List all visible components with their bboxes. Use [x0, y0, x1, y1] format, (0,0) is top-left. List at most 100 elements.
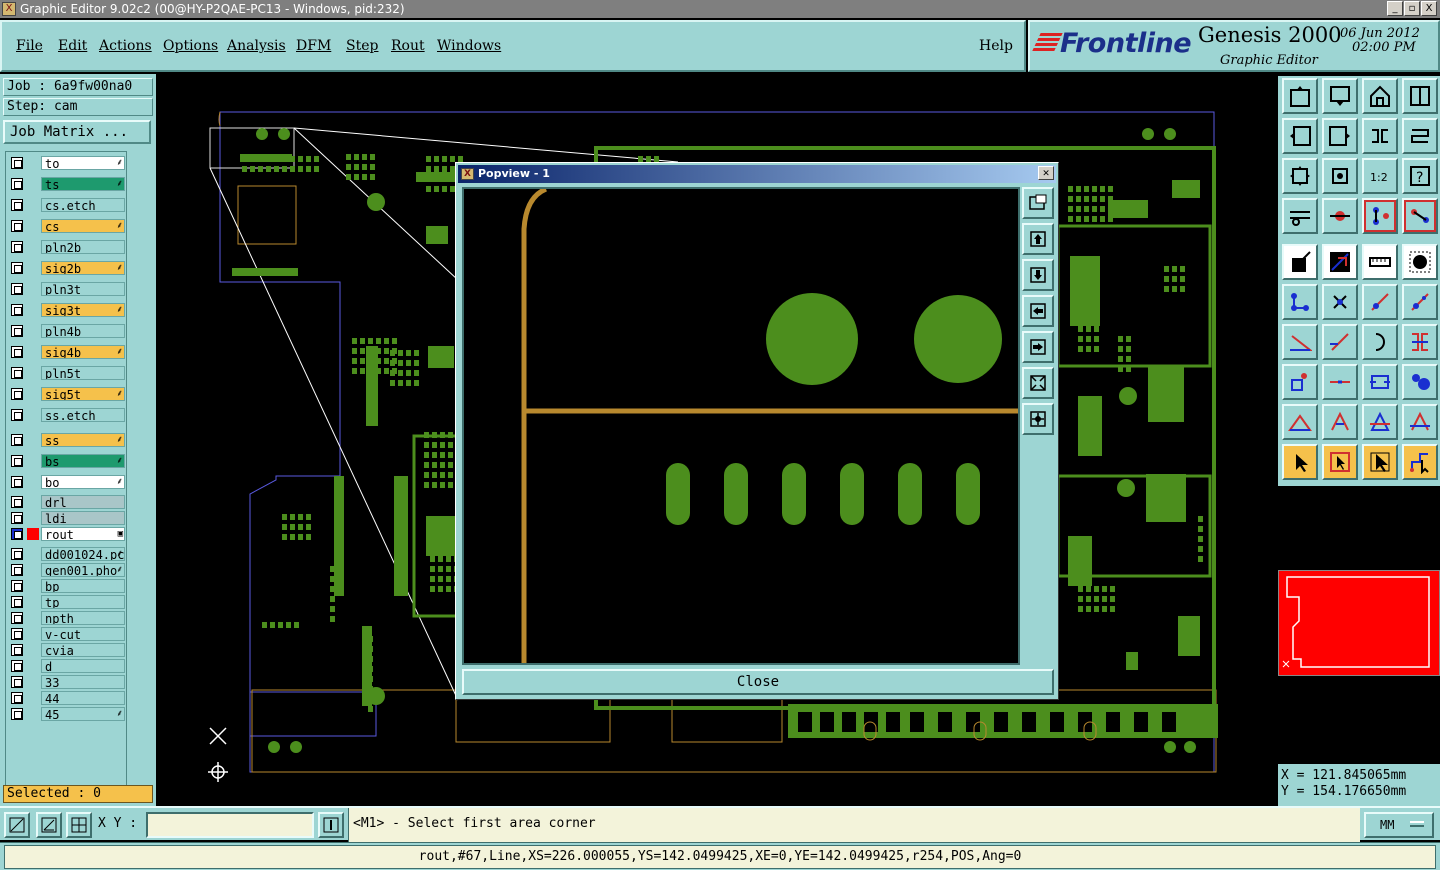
layer-row[interactable]: cs ⸙ — [9, 219, 125, 233]
layer-row[interactable]: tp — [9, 595, 125, 609]
layer-name[interactable]: 33 — [41, 675, 125, 689]
snap-button[interactable] — [1322, 198, 1358, 234]
xy-input[interactable] — [146, 812, 314, 838]
layer-row[interactable]: bo ⸙ — [9, 475, 125, 489]
layer-row[interactable]: ss ⸙ — [9, 433, 125, 447]
layer-row[interactable]: sig4b ⸙ — [9, 345, 125, 359]
layer-checkbox[interactable] — [11, 388, 23, 400]
zoom-center-button[interactable] — [1322, 158, 1358, 194]
layer-row[interactable]: v-cut — [9, 627, 125, 641]
menu-step[interactable]: Step — [346, 38, 378, 54]
layer-name[interactable]: d — [41, 659, 125, 673]
layer-row[interactable]: pln3t — [9, 282, 125, 296]
line-button[interactable] — [1322, 324, 1358, 360]
popview-close-x-button[interactable]: ✕ — [1038, 166, 1054, 180]
mirror-button[interactable] — [1402, 324, 1438, 360]
angle-button[interactable] — [1282, 324, 1318, 360]
layer-checkbox[interactable] — [11, 644, 23, 656]
layer-row[interactable]: 44 — [9, 691, 125, 705]
layer-name[interactable]: 45 — [41, 707, 125, 721]
layer-name[interactable]: ss.etch — [41, 408, 125, 422]
layer-checkbox[interactable] — [11, 178, 23, 190]
layer-row[interactable]: dd001024.pcb ⸙ — [9, 547, 125, 561]
menu-edit[interactable]: Edit — [58, 38, 87, 54]
layer-row[interactable]: ts ⸙ — [9, 177, 125, 191]
layer-name[interactable]: ldi — [41, 511, 125, 525]
maximize-button[interactable]: ▫ — [1404, 1, 1420, 16]
layer-row[interactable]: rout ▣ — [9, 527, 125, 541]
layer-name[interactable]: bp — [41, 579, 125, 593]
layer-checkbox[interactable] — [11, 528, 23, 540]
layer-name[interactable]: cvia — [41, 643, 125, 657]
layer-name[interactable]: sig5t — [41, 387, 125, 401]
move-button[interactable] — [1362, 284, 1398, 320]
layer-checkbox[interactable] — [11, 283, 23, 295]
layer-checkbox[interactable] — [11, 548, 23, 560]
layer-row[interactable]: sig5t ⸙ — [9, 387, 125, 401]
ruler-button[interactable] — [1362, 244, 1398, 280]
layer-row[interactable]: 45 ⸙ — [9, 707, 125, 721]
delete-button[interactable] — [1322, 284, 1358, 320]
layer-name[interactable]: tp — [41, 595, 125, 609]
pan-down-button[interactable] — [1322, 78, 1358, 114]
popview-center-button[interactable] — [1022, 403, 1054, 435]
layer-checkbox[interactable] — [11, 455, 23, 467]
home-button[interactable] — [1362, 78, 1398, 114]
layer-checkbox[interactable] — [11, 496, 23, 508]
layer-row[interactable]: gen001.pho ⸙ — [9, 563, 125, 577]
select-button[interactable] — [1362, 444, 1398, 480]
popview-canvas[interactable] — [462, 187, 1020, 665]
ratio-1-2-button[interactable]: 1:2 — [1362, 158, 1398, 194]
copy-button[interactable] — [1402, 284, 1438, 320]
popview-pan-down-button[interactable] — [1022, 259, 1054, 291]
layer-row[interactable]: d — [9, 659, 125, 673]
layer-name[interactable]: v-cut — [41, 627, 125, 641]
add-pad-button[interactable] — [1282, 364, 1318, 400]
layer-row[interactable]: drl — [9, 495, 125, 509]
layer-name[interactable]: bo — [41, 475, 125, 489]
popview-pan-right-button[interactable] — [1022, 331, 1054, 363]
layer-name[interactable]: cs — [41, 219, 125, 233]
surface-button[interactable] — [1402, 364, 1438, 400]
net-highlight-button[interactable] — [1362, 198, 1398, 234]
layer-row[interactable]: ss.etch — [9, 408, 125, 422]
contour-button[interactable] — [1402, 404, 1438, 440]
layer-checkbox[interactable] — [11, 692, 23, 704]
layer-checkbox[interactable] — [11, 220, 23, 232]
layer-checkbox[interactable] — [11, 612, 23, 624]
layer-row[interactable]: ldi — [9, 511, 125, 525]
net-select-button[interactable] — [1402, 198, 1438, 234]
layer-row[interactable]: bp — [9, 579, 125, 593]
info-button[interactable] — [318, 812, 344, 838]
layer-row[interactable]: bs ⸙ — [9, 454, 125, 468]
menu-windows[interactable]: Windows — [437, 38, 501, 54]
menu-options[interactable]: Options — [163, 38, 218, 54]
popview-title-bar[interactable]: X Popview - 1 — [458, 165, 1056, 183]
redraw-button[interactable] — [1402, 118, 1438, 154]
layer-name[interactable]: pln3t — [41, 282, 125, 296]
measure-button[interactable] — [1282, 198, 1318, 234]
triangle-button[interactable] — [1282, 404, 1318, 440]
layer-checkbox[interactable] — [11, 409, 23, 421]
layer-name[interactable]: pln2b — [41, 240, 125, 254]
layer-name[interactable]: gen001.pho — [41, 563, 125, 577]
fit-screen-button[interactable] — [1282, 158, 1318, 194]
layer-row[interactable]: npth — [9, 611, 125, 625]
connect-button[interactable] — [1282, 284, 1318, 320]
layer-checkbox[interactable] — [11, 325, 23, 337]
layer-name[interactable]: rout — [41, 527, 125, 541]
layer-name[interactable]: to — [41, 156, 125, 170]
minimize-button[interactable]: _ — [1387, 1, 1403, 16]
layer-row[interactable]: 33 — [9, 675, 125, 689]
feature-select-button[interactable] — [1282, 244, 1318, 280]
layer-checkbox[interactable] — [11, 564, 23, 576]
layer-name[interactable]: ss — [41, 433, 125, 447]
layer-row[interactable]: cs.etch — [9, 198, 125, 212]
layer-name[interactable]: sig3t — [41, 303, 125, 317]
polygon-button[interactable] — [1322, 404, 1358, 440]
select-box-button[interactable] — [1322, 444, 1358, 480]
minimap[interactable] — [1278, 570, 1440, 676]
pan-left-button[interactable] — [1282, 118, 1318, 154]
layer-checkbox[interactable] — [11, 628, 23, 640]
layer-row[interactable]: pln5t — [9, 366, 125, 380]
